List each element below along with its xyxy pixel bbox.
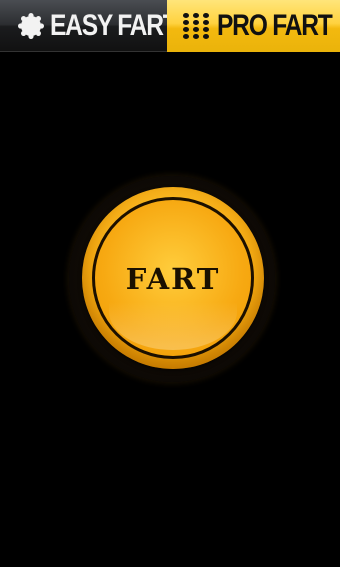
tab-pro-fart[interactable]: PRO FART bbox=[167, 0, 340, 52]
fart-button-inner-ring: FART bbox=[92, 197, 254, 359]
fart-button[interactable]: FART bbox=[82, 187, 264, 369]
gear-icon bbox=[18, 12, 44, 39]
tab-easy-fart[interactable]: EASY FART bbox=[0, 0, 178, 52]
tab-bar: EASY FART PRO FART bbox=[0, 0, 340, 54]
tab-pro-fart-label: PRO FART bbox=[217, 9, 333, 42]
fart-button-label: FART bbox=[125, 262, 221, 296]
fart-button-gloss bbox=[109, 302, 237, 350]
tab-easy-fart-label: EASY FART bbox=[50, 8, 178, 42]
grid-dots-icon bbox=[183, 13, 209, 39]
